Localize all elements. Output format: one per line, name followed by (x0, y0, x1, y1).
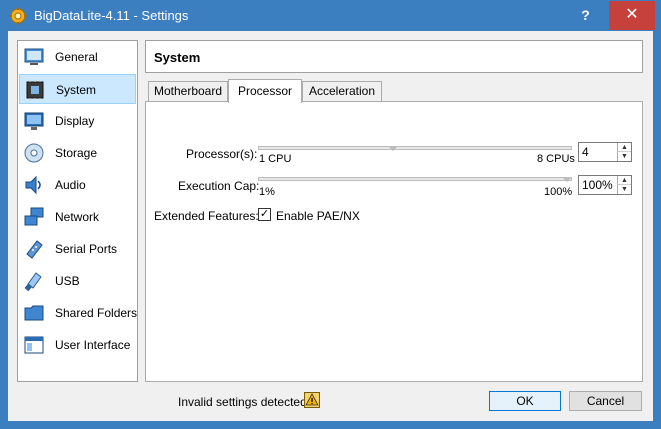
processors-slider[interactable] (258, 146, 572, 151)
sidebar-item-system[interactable]: System (19, 74, 136, 104)
spin-up-icon[interactable]: ▲ (618, 143, 631, 152)
processors-min-label: 1 CPU (259, 153, 292, 165)
spin-down-icon[interactable]: ▼ (618, 152, 631, 161)
user-interface-icon (24, 336, 44, 354)
general-icon (24, 48, 44, 65)
spin-up-icon[interactable]: ▲ (618, 176, 631, 185)
tab-processor[interactable]: Processor (228, 79, 302, 103)
execution-cap-max-label: 100% (544, 186, 573, 198)
sidebar-item-audio[interactable]: Audio (19, 170, 136, 200)
execution-cap-spin-buttons: ▲ ▼ (617, 176, 631, 194)
spin-down-icon[interactable]: ▼ (618, 185, 631, 194)
close-button[interactable]: ✕ (609, 1, 655, 30)
system-icon (26, 80, 44, 100)
sidebar-item-general[interactable]: General (19, 42, 136, 72)
sidebar-item-label: Storage (55, 146, 98, 160)
execution-cap-label: Execution Cap: (178, 179, 260, 193)
display-icon (24, 112, 44, 130)
page-title: System (154, 50, 201, 65)
sidebar-item-shared-folders[interactable]: Shared Folders (19, 298, 138, 328)
processors-spinbox[interactable]: 4 ▲ ▼ (578, 142, 632, 162)
network-icon (24, 207, 44, 226)
status-message: Invalid settings detected (178, 395, 307, 409)
settings-sidebar: General System Display Storage Audio Net… (17, 40, 138, 382)
extended-features-label: Extended Features: (154, 209, 259, 223)
storage-icon (24, 143, 44, 163)
audio-icon (25, 175, 41, 195)
execution-cap-min-label: 1% (259, 186, 275, 198)
processors-spin-buttons: ▲ ▼ (617, 143, 631, 161)
section-header: System (145, 40, 643, 73)
sidebar-item-network[interactable]: Network (19, 202, 136, 232)
tab-motherboard[interactable]: Motherboard (148, 81, 228, 102)
sidebar-item-serial-ports[interactable]: Serial Ports (19, 234, 136, 264)
usb-icon (24, 272, 42, 292)
sidebar-item-usb[interactable]: USB (19, 266, 136, 296)
execution-cap-spinbox[interactable]: 100% ▲ ▼ (578, 175, 632, 195)
execution-cap-slider[interactable] (258, 177, 572, 182)
checkmark-icon: ✓ (259, 208, 270, 220)
cancel-button[interactable]: Cancel (569, 391, 642, 411)
ok-button[interactable]: OK (489, 391, 561, 411)
help-button[interactable]: ? (563, 1, 608, 30)
sidebar-item-label: Audio (55, 178, 86, 192)
sidebar-item-label: General (55, 50, 98, 64)
sidebar-item-label: Shared Folders (55, 306, 138, 320)
sidebar-item-label: Network (55, 210, 100, 224)
processor-tab-panel: Processor(s): 1 CPU 8 CPUs 4 ▲ ▼ Executi… (145, 101, 643, 382)
pae-nx-checkbox-label[interactable]: Enable PAE/NX (276, 209, 360, 223)
tab-acceleration[interactable]: Acceleration (302, 81, 382, 102)
title-bar[interactable]: BigDataLite-4.11 - Settings ? ✕ (0, 0, 661, 31)
processors-label: Processor(s): (186, 147, 258, 161)
serial-ports-icon (26, 240, 43, 259)
processors-slider-thumb[interactable] (389, 147, 397, 151)
gear-icon (9, 7, 27, 25)
sidebar-item-label: Serial Ports (55, 242, 118, 256)
dialog-body: General System Display Storage Audio Net… (8, 31, 653, 421)
execution-cap-value: 100% (582, 178, 613, 192)
sidebar-item-label: Display (55, 114, 95, 128)
execution-cap-slider-thumb[interactable] (563, 178, 571, 182)
processors-max-label: 8 CPUs (537, 153, 575, 165)
shared-folders-icon (24, 305, 44, 321)
warning-icon[interactable] (304, 392, 320, 408)
settings-window: BigDataLite-4.11 - Settings ? ✕ General (0, 0, 661, 429)
processors-value: 4 (582, 145, 589, 159)
window-title: BigDataLite-4.11 - Settings (34, 8, 189, 23)
sidebar-item-user-interface[interactable]: User Interface (19, 330, 136, 360)
sidebar-item-label: User Interface (55, 338, 131, 352)
sidebar-item-display[interactable]: Display (19, 106, 136, 136)
sidebar-item-storage[interactable]: Storage (19, 138, 136, 168)
sidebar-item-label: System (56, 83, 97, 97)
sidebar-item-label: USB (55, 274, 80, 288)
pae-nx-checkbox[interactable]: ✓ (258, 208, 271, 221)
